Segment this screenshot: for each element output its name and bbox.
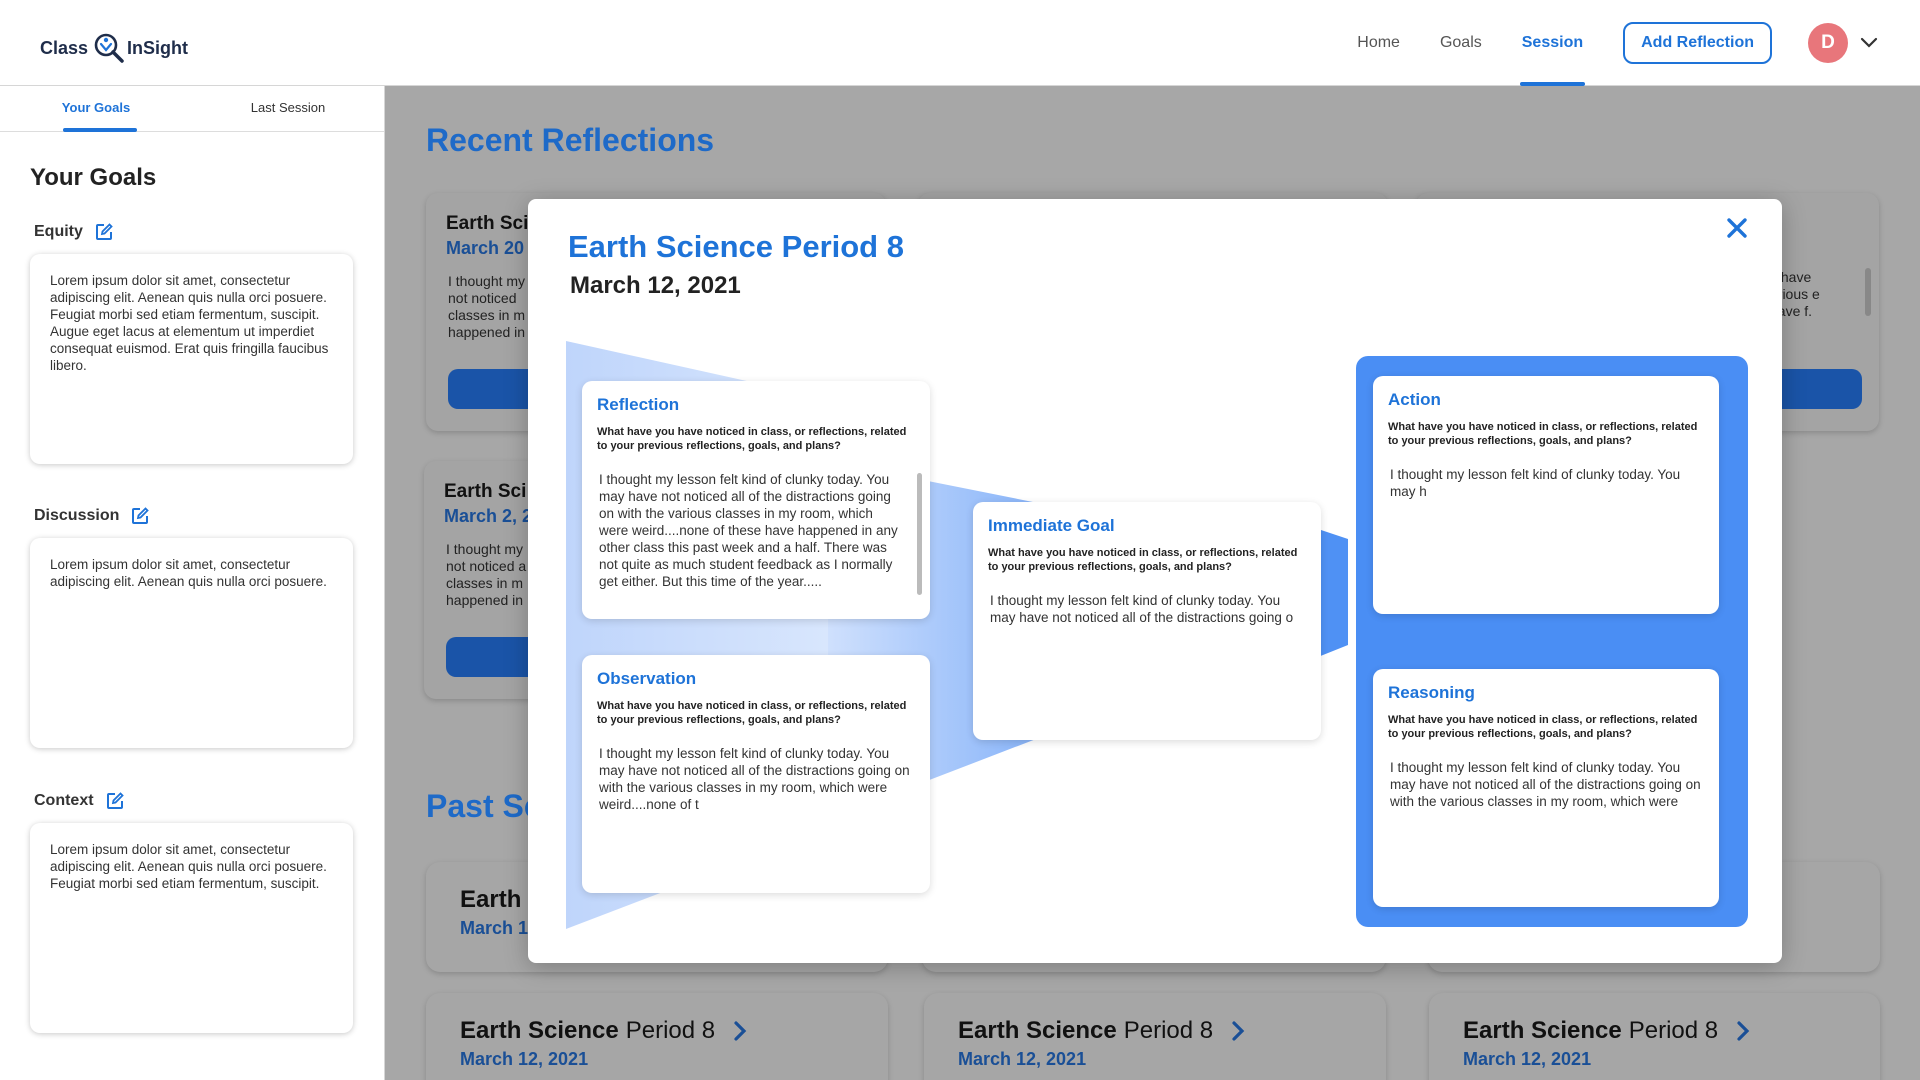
card-excerpt: y have arious e have f. xyxy=(1770,269,1820,319)
immediate-goal-panel: Immediate Goal What have you have notice… xyxy=(973,502,1321,740)
card-excerpt: I thought my not noticed a classes in m … xyxy=(446,541,527,608)
panel-heading: Reasoning xyxy=(1388,683,1475,702)
panel-answer[interactable]: I thought my lesson felt kind of clunky … xyxy=(597,471,915,590)
session-card[interactable]: Earth Science Period 8 March 12, 2021 xyxy=(924,993,1386,1080)
panel-heading: Observation xyxy=(597,669,697,688)
session-card[interactable]: Earth Science Period 8 March 12, 2021 xyxy=(426,993,888,1080)
goal-text-discussion[interactable]: Lorem ipsum dolor sit amet, consectetur … xyxy=(30,538,353,748)
card-date: March 20 xyxy=(446,238,525,258)
nav-session[interactable]: Session xyxy=(1519,0,1586,86)
edit-icon[interactable] xyxy=(131,507,150,525)
flow-right-connector xyxy=(1318,529,1348,657)
panel-heading: Reflection xyxy=(597,395,680,414)
session-card-title: Earth Science Period 8 xyxy=(958,1017,1245,1045)
session-card-title-rest: Period 8 xyxy=(1628,1017,1719,1044)
panel-answer[interactable]: I thought my lesson felt kind of clunky … xyxy=(988,592,1306,626)
sidebar-title: Your Goals xyxy=(30,164,157,191)
add-reflection-button[interactable]: Add Reflection xyxy=(1623,22,1772,64)
magnifier-logo-icon xyxy=(94,33,124,63)
card-title: Earth Sci xyxy=(444,481,527,502)
session-card-date: March 12, 2021 xyxy=(460,1049,589,1069)
modal-title: Earth Science Period 8 xyxy=(568,229,904,264)
session-card-date: March 1 xyxy=(460,918,529,938)
session-card-title: Earth Science Period 8 xyxy=(1463,1017,1750,1045)
goal-text-equity[interactable]: Lorem ipsum dolor sit amet, consectetur … xyxy=(30,254,353,464)
chevron-down-icon[interactable] xyxy=(1860,37,1878,49)
scrollbar[interactable] xyxy=(1865,268,1871,316)
action-panel: Action What have you have noticed in cla… xyxy=(1373,376,1719,614)
nav-home[interactable]: Home xyxy=(1357,0,1400,86)
edit-icon[interactable] xyxy=(95,223,113,241)
session-card-date: March 12, 2021 xyxy=(1463,1049,1592,1069)
card-excerpt: I thought my not noticed classes in m ha… xyxy=(448,273,526,340)
logo-text-class: Class xyxy=(40,37,89,58)
session-card-date: March 12, 2021 xyxy=(958,1049,1087,1069)
panel-heading: Action xyxy=(1388,390,1441,409)
panel-answer[interactable]: I thought my lesson felt kind of clunky … xyxy=(597,745,915,813)
panel-question: What have you have noticed in class, or … xyxy=(1388,714,1698,740)
tab-your-goals[interactable]: Your Goals xyxy=(0,86,192,132)
panel-answer[interactable]: I thought my lesson felt kind of clunky … xyxy=(1388,466,1704,500)
nav-goals[interactable]: Goals xyxy=(1440,0,1482,86)
close-icon[interactable] xyxy=(1722,213,1752,243)
logo-text-insight: InSight xyxy=(127,37,189,58)
edit-icon[interactable] xyxy=(106,792,124,810)
goal-label-equity: Equity xyxy=(34,223,113,241)
main-nav: Home Goals Session Add Reflection D xyxy=(1357,0,1920,86)
chevron-right-icon[interactable] xyxy=(1231,1021,1245,1041)
session-card-title-bold: Earth Science xyxy=(1463,1017,1622,1044)
avatar[interactable]: D xyxy=(1808,23,1848,63)
panel-answer[interactable]: I thought my lesson felt kind of clunky … xyxy=(1388,759,1704,810)
observation-panel: Observation What have you have noticed i… xyxy=(582,655,930,893)
chevron-right-icon[interactable] xyxy=(733,1021,747,1041)
reflection-panel: Reflection What have you have noticed in… xyxy=(582,381,930,619)
goal-label-context: Context xyxy=(34,792,124,810)
app-header: Class InSight Home Goals Session Add Ref… xyxy=(0,0,1920,86)
tab-last-session[interactable]: Last Session xyxy=(192,86,384,131)
sidebar-tabs: Your Goals Last Session xyxy=(0,86,384,132)
session-card-title: Earth Science Period 8 xyxy=(460,1017,747,1045)
logo[interactable]: Class InSight xyxy=(40,26,188,70)
session-card-title-bold: Earth Science xyxy=(958,1017,1117,1044)
panel-heading: Immediate Goal xyxy=(988,516,1115,535)
goal-label-text: Discussion xyxy=(34,507,120,524)
card-date: March 2, 2 xyxy=(444,506,533,526)
chevron-right-icon[interactable] xyxy=(1736,1021,1750,1041)
card-title: Earth Sci xyxy=(446,213,529,234)
goal-label-text: Equity xyxy=(34,223,83,240)
panel-question: What have you have noticed in class, or … xyxy=(597,426,907,452)
past-sessions-title: Past Se xyxy=(426,788,542,824)
recent-reflections-title: Recent Reflections xyxy=(426,122,715,158)
panel-question: What have you have noticed in class, or … xyxy=(597,700,907,726)
session-card-title-rest: Period 8 xyxy=(625,1017,716,1044)
goal-label-text: Context xyxy=(34,792,94,809)
session-card[interactable]: Earth Science Period 8 March 12, 2021 xyxy=(1429,993,1880,1080)
sidebar: Your Goals Last Session Your Goals Equit… xyxy=(0,86,385,1080)
session-card-title-rest: Period 8 xyxy=(1123,1017,1214,1044)
session-card-title-bold: Earth Science xyxy=(460,1017,619,1044)
session-card-title: Earth xyxy=(460,886,528,914)
reasoning-panel: Reasoning What have you have noticed in … xyxy=(1373,669,1719,907)
goal-label-discussion: Discussion xyxy=(34,507,150,525)
goal-text-context[interactable]: Lorem ipsum dolor sit amet, consectetur … xyxy=(30,823,353,1033)
modal-date: March 12, 2021 xyxy=(570,272,741,299)
panel-scrollbar[interactable] xyxy=(917,473,922,595)
panel-question: What have you have noticed in class, or … xyxy=(988,547,1298,573)
panel-question: What have you have noticed in class, or … xyxy=(1388,421,1698,447)
session-card-title-bold: Earth xyxy=(460,886,522,913)
session-detail-modal: Earth Science Period 8 March 12, 2021 Re… xyxy=(528,199,1782,963)
